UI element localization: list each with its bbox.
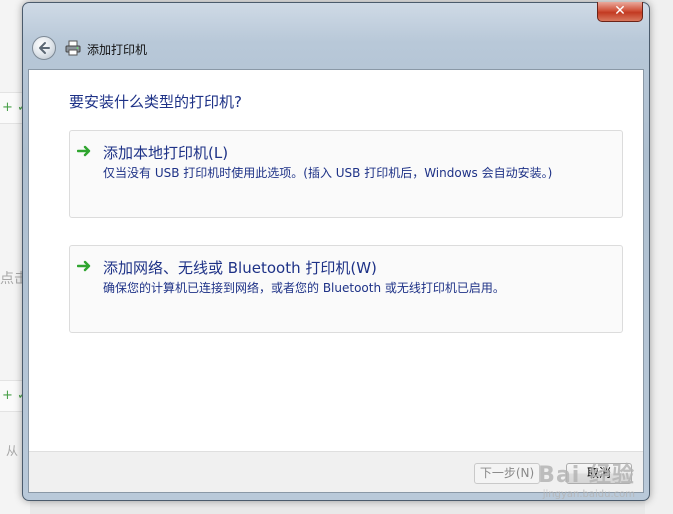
option-title: 添加网络、无线或 Bluetooth 打印机(W) xyxy=(103,259,377,277)
page-title: 要安装什么类型的打印机? xyxy=(69,93,242,111)
cancel-button[interactable]: 取消 xyxy=(566,463,632,484)
close-button[interactable]: ✕ xyxy=(597,2,643,22)
next-button[interactable]: 下一步(N) xyxy=(474,463,540,484)
back-button[interactable] xyxy=(32,36,56,60)
back-arrow-icon xyxy=(39,42,50,54)
dialog-footer xyxy=(29,451,643,492)
option-title: 添加本地打印机(L) xyxy=(103,144,229,162)
window-title: 添加打印机 xyxy=(87,43,148,57)
add-printer-dialog: ✕ 添加打印机 要安装什么类型的打印机? 添加本地打印机(L) 仅当没有 USB… xyxy=(22,2,650,501)
green-arrow-icon xyxy=(77,260,91,272)
option-description: 仅当没有 USB 打印机时使用此选项。(插入 USB 打印机后，Windows … xyxy=(103,166,553,180)
printer-icon xyxy=(65,40,81,56)
wizard-content: 要安装什么类型的打印机? 添加本地打印机(L) 仅当没有 USB 打印机时使用此… xyxy=(28,69,644,493)
option-description: 确保您的计算机已连接到网络，或者您的 Bluetooth 或无线打印机已启用。 xyxy=(103,281,505,295)
add-network-printer-option[interactable]: 添加网络、无线或 Bluetooth 打印机(W) 确保您的计算机已连接到网络，… xyxy=(69,245,623,333)
green-arrow-icon xyxy=(77,145,91,157)
background-text: 从 xyxy=(6,444,19,458)
add-local-printer-option[interactable]: 添加本地打印机(L) 仅当没有 USB 打印机时使用此选项。(插入 USB 打印… xyxy=(69,130,623,218)
close-icon: ✕ xyxy=(614,3,626,19)
